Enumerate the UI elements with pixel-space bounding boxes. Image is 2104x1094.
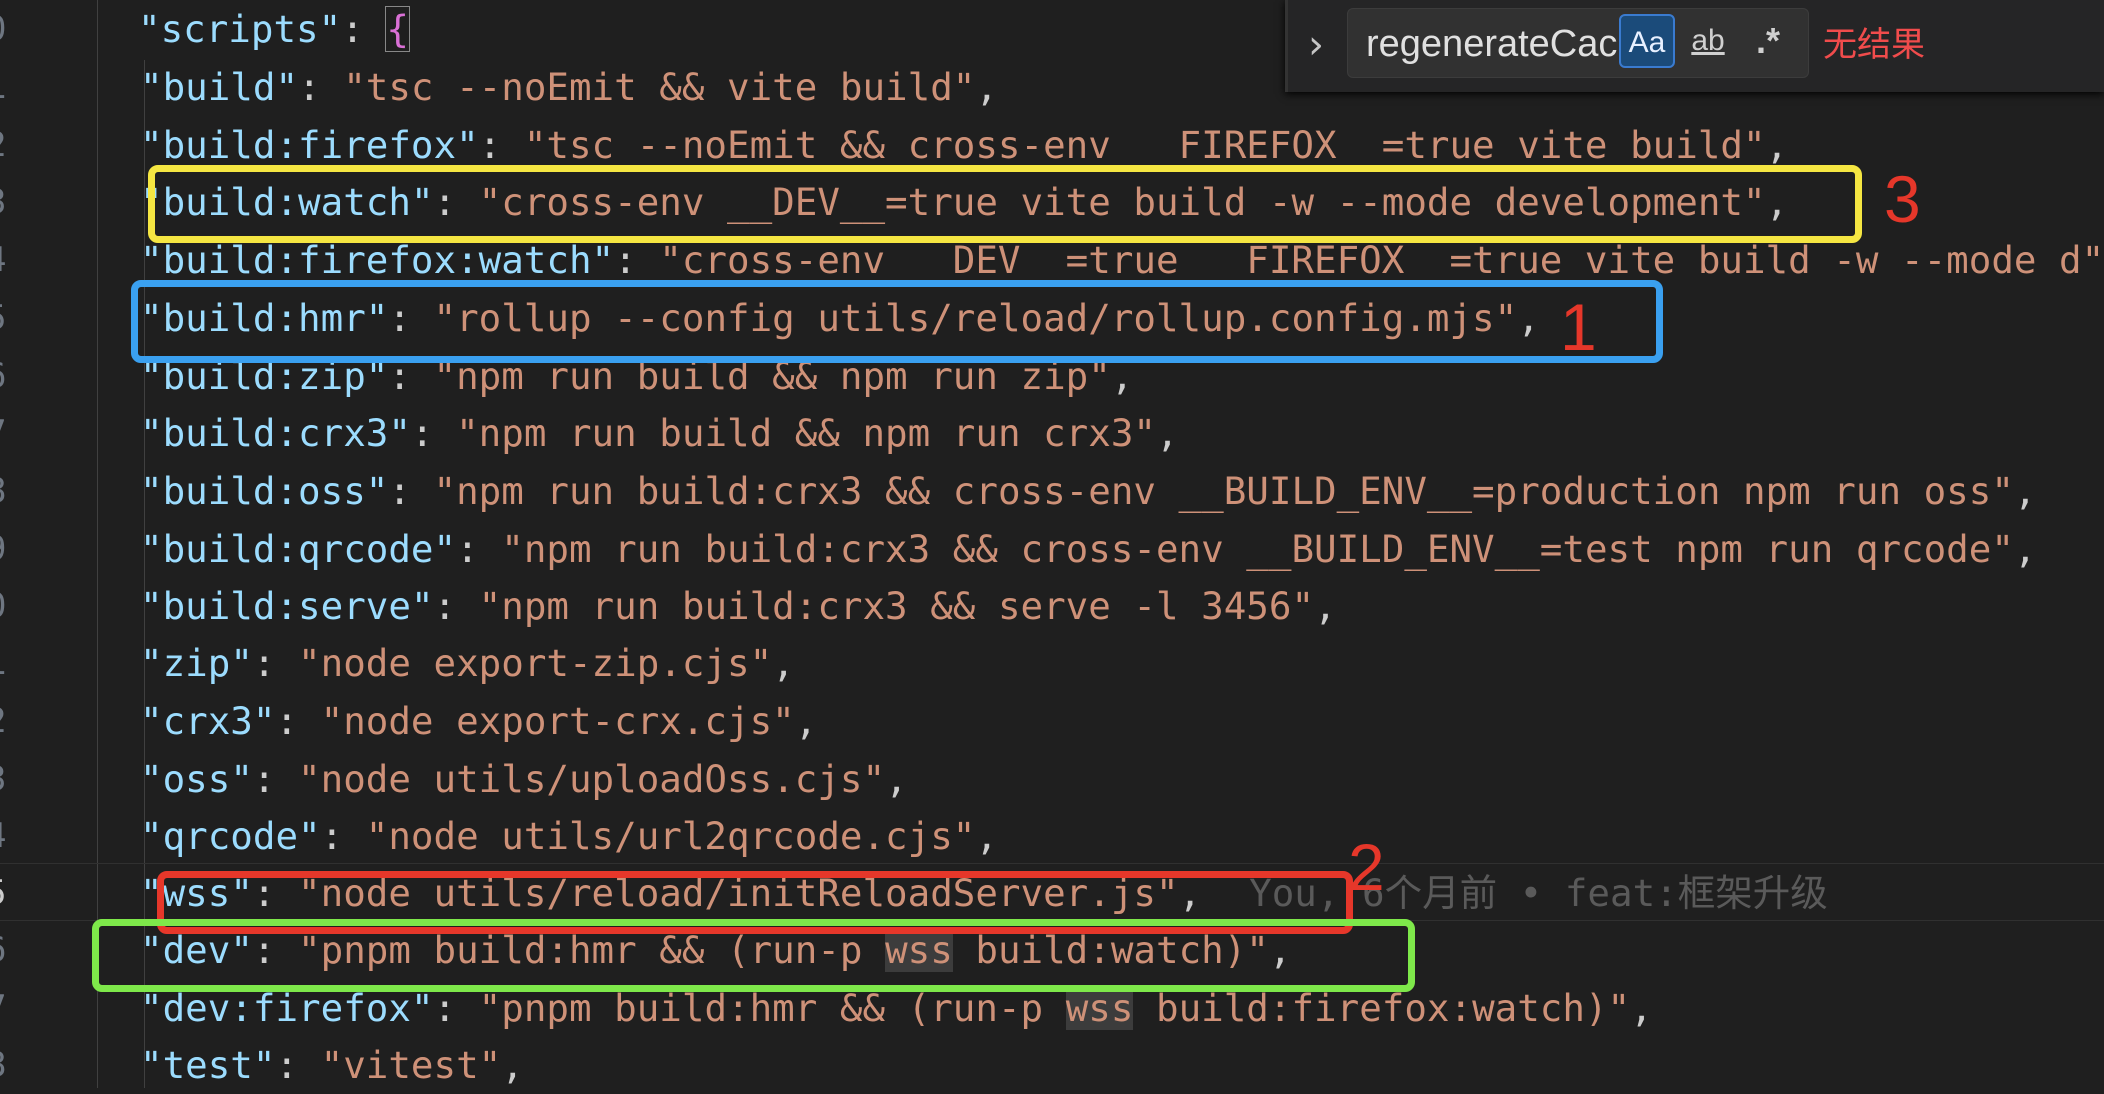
word-highlight: wss xyxy=(1065,986,1134,1030)
json-string-value: vitest xyxy=(343,1043,479,1087)
json-string-value: npm run build:crx3 && cross-env __BUILD_… xyxy=(456,469,1992,513)
bracket-match-highlight: { xyxy=(385,6,410,52)
line-number: 4 xyxy=(0,231,26,289)
json-key: zip xyxy=(162,641,231,685)
code-line[interactable]: 8 "test": "vitest", xyxy=(0,1036,2104,1094)
json-key: test xyxy=(162,1043,253,1087)
use-regex-button[interactable]: .* xyxy=(1740,14,1796,68)
line-number: 0 xyxy=(0,577,26,635)
code-text: "qrcode": "node utils/url2qrcode.cjs", xyxy=(140,814,998,858)
code-text: "test": "vitest", xyxy=(140,1043,524,1087)
line-number: 3 xyxy=(0,173,26,231)
line-number: 2 xyxy=(0,116,26,174)
code-text: "build:serve": "npm run build:crx3 && se… xyxy=(140,584,1337,628)
json-key: build:qrcode xyxy=(162,527,434,571)
code-text: "scripts": { xyxy=(138,6,410,52)
json-key: scripts xyxy=(160,7,319,51)
find-query-text: regenerateCac xyxy=(1366,23,1618,65)
code-line[interactable]: 9 "build:qrcode": "npm run build:crx3 && … xyxy=(0,520,2104,578)
json-string-value: npm run build:crx3 && cross-env __BUILD_… xyxy=(523,527,1992,571)
find-result-status: 无结果 xyxy=(1823,25,1925,65)
annotation-box-green xyxy=(92,919,1415,992)
json-key: build:crx3 xyxy=(162,411,389,455)
annotation-number-3: 3 xyxy=(1884,162,1921,236)
line-number: 2 xyxy=(0,692,26,750)
json-key: oss xyxy=(162,757,231,801)
line-number: 1 xyxy=(0,58,26,116)
json-string-value: tsc --noEmit && vite build xyxy=(365,65,953,109)
json-string-value: node utils/url2qrcode.cjs xyxy=(388,814,953,858)
code-text: "zip": "node export-zip.cjs", xyxy=(140,641,795,685)
line-number: 8 xyxy=(0,462,26,520)
find-widget: › regenerateCac Aa ab .* 无结果 xyxy=(1285,0,2104,92)
json-key: build:firefox:watch xyxy=(162,238,592,282)
json-string-value: npm run build && npm run crx3 xyxy=(478,411,1134,455)
line-number: 1 xyxy=(0,634,26,692)
line-number: 5 xyxy=(0,864,26,922)
json-string-value: node export-crx.cjs xyxy=(343,699,773,743)
json-key: build:serve xyxy=(162,584,411,628)
line-number: 3 xyxy=(0,750,26,808)
json-key: dev:firefox xyxy=(162,986,411,1030)
line-number: 4 xyxy=(0,807,26,865)
annotation-number-2: 2 xyxy=(1348,830,1385,904)
line-number: 7 xyxy=(0,979,26,1037)
code-line[interactable]: 1 "zip": "node export-zip.cjs", xyxy=(0,634,2104,692)
json-key: build xyxy=(162,65,276,109)
line-number: 6 xyxy=(0,921,26,979)
line-number: 0 xyxy=(0,0,26,58)
code-line[interactable]: 3 "oss": "node utils/uploadOss.cjs", xyxy=(0,750,2104,808)
code-line[interactable]: 7 "build:crx3": "npm run build && npm run… xyxy=(0,404,2104,462)
json-string-value: npm run build:crx3 && serve -l 3456 xyxy=(501,584,1292,628)
code-line[interactable]: 4 "qrcode": "node utils/url2qrcode.cjs", xyxy=(0,807,2104,865)
code-text: "build": "tsc --noEmit && vite build", xyxy=(140,65,998,109)
code-line[interactable]: 2 "crx3": "node export-crx.cjs", xyxy=(0,692,2104,750)
code-line[interactable]: 0 "build:serve": "npm run build:crx3 && s… xyxy=(0,577,2104,635)
code-line[interactable]: 8 "build:oss": "npm run build:crx3 && cro… xyxy=(0,462,2104,520)
annotation-number-1: 1 xyxy=(1560,290,1597,364)
code-text: "crx3": "node export-crx.cjs", xyxy=(140,699,818,743)
line-number: 7 xyxy=(0,404,26,462)
json-string-value: node export-zip.cjs xyxy=(320,641,750,685)
json-key: qrcode xyxy=(162,814,299,858)
code-text: "build:oss": "npm run build:crx3 && cros… xyxy=(140,469,2037,513)
line-number: 8 xyxy=(0,1036,26,1094)
json-key: build:oss xyxy=(162,469,366,513)
annotation-box-yellow xyxy=(148,165,1862,243)
json-string-value: cross-env __DEV__=true __FIREFOX__=true … xyxy=(681,238,2082,282)
json-key: build:firefox xyxy=(162,123,457,167)
json-string-value: pnpm build:hmr && (run-p wss build:firef… xyxy=(501,986,1608,1030)
code-text: "build:qrcode": "npm run build:crx3 && c… xyxy=(140,527,2037,571)
match-whole-word-button[interactable]: ab xyxy=(1680,14,1736,68)
code-text: "oss": "node utils/uploadOss.cjs", xyxy=(140,757,908,801)
toggle-replace-chevron-icon[interactable]: › xyxy=(1308,20,1348,70)
json-string-value: node utils/uploadOss.cjs xyxy=(320,757,863,801)
annotation-box-blue xyxy=(131,280,1663,363)
code-text: "build:crx3": "npm run build && npm run … xyxy=(140,411,1179,455)
line-number: 6 xyxy=(0,347,26,405)
line-number: 5 xyxy=(0,289,26,347)
line-number: 9 xyxy=(0,520,26,578)
json-string-value: tsc --noEmit && cross-env __FIREFOX__=tr… xyxy=(546,123,1743,167)
match-case-button[interactable]: Aa xyxy=(1619,14,1675,68)
json-key: crx3 xyxy=(162,699,253,743)
